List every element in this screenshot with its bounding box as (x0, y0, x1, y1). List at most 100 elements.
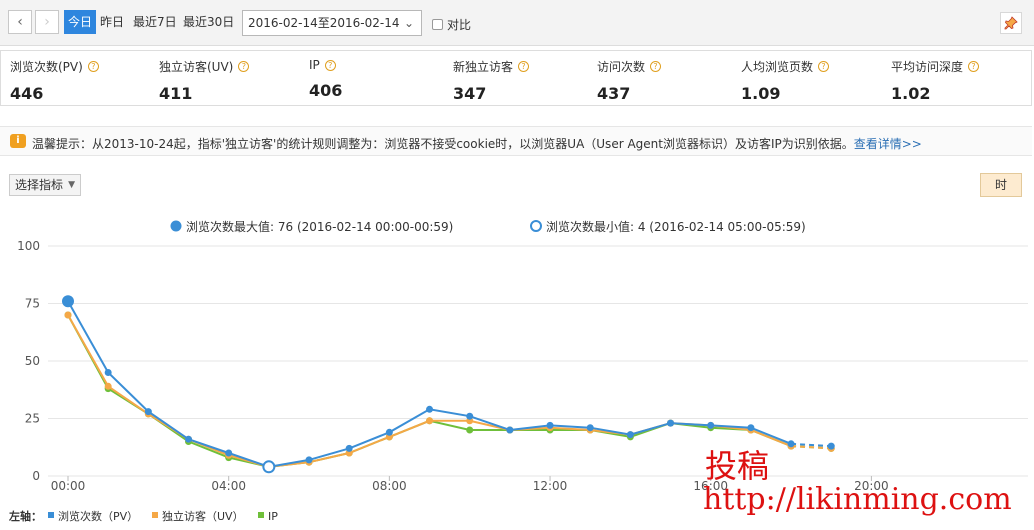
metric-select-label: 选择指标 (15, 178, 64, 192)
notice-icon: i (10, 134, 26, 148)
pin-button[interactable] (1000, 12, 1022, 34)
metric-value: 437 (597, 84, 631, 103)
metric-value: 411 (159, 84, 193, 103)
data-point-pv[interactable] (747, 424, 755, 432)
metric-value: 446 (10, 84, 44, 103)
series-line-dashed-uv (791, 445, 832, 450)
legend-item-ip[interactable]: IP (268, 510, 278, 523)
y-tick-label: 100 (17, 239, 40, 253)
legend-prefix: 左轴： (8, 509, 42, 523)
metric-select-dropdown[interactable]: 选择指标 ▼ (9, 174, 81, 196)
series-line-dashed-pv (791, 442, 832, 448)
data-point-pv[interactable] (426, 405, 434, 413)
data-point-pv[interactable] (185, 435, 193, 443)
chevron-left-icon: ‹ (17, 14, 23, 30)
help-icon[interactable]: ? (650, 61, 662, 72)
metric-pages-per-visitor: 人均浏览页数? 1.09 (741, 58, 830, 103)
x-tick-label: 08:00 (372, 479, 407, 493)
next-day-button[interactable]: › (35, 10, 59, 34)
x-tick-label: 12:00 (533, 479, 568, 493)
data-point-pv[interactable] (787, 440, 795, 448)
min-annotation-dot (530, 220, 542, 232)
data-point-pv[interactable] (104, 369, 112, 376)
legend-swatch-pv (48, 512, 54, 518)
chevron-right-icon: › (44, 14, 50, 30)
metric-ip: IP? 406 (309, 58, 342, 100)
data-point-pv[interactable] (546, 421, 554, 429)
max-annotation-label: 浏览次数最大值: 76 (2016-02-14 00:00-00:59) (186, 219, 453, 234)
data-point-uv[interactable] (426, 417, 434, 425)
metric-label: 独立访客(UV) (159, 60, 234, 74)
metric-visit-depth: 平均访问深度? 1.02 (891, 58, 980, 103)
range-7days-button[interactable]: 最近7日 (133, 10, 177, 34)
series-line-pv (67, 300, 792, 468)
metric-label: 访问次数 (597, 60, 646, 74)
prev-day-button[interactable]: ‹ (8, 10, 32, 34)
max-point-marker[interactable] (62, 295, 74, 308)
data-point-pv[interactable] (225, 449, 233, 457)
legend-swatch-ip (258, 512, 264, 518)
data-point-uv[interactable] (104, 382, 112, 390)
range-30days-button[interactable]: 最近30日 (183, 10, 234, 34)
compare-checkbox[interactable] (432, 19, 443, 30)
data-point-pv[interactable] (827, 442, 835, 450)
data-point-pv[interactable] (506, 426, 514, 434)
range-today-button[interactable]: 今日 (64, 10, 97, 34)
chevron-down-icon: ⌄ (403, 16, 414, 30)
date-range-select[interactable]: 2016-02-14至2016-02-14 ⌄ (242, 10, 422, 36)
notice-details-link[interactable]: 查看详情>> (854, 137, 922, 151)
pin-icon (1004, 16, 1018, 30)
metric-label: IP (309, 58, 320, 72)
trend-chart: 025507510000:00 04:00 08:00 12:00 16:00 20:00… (8, 219, 1028, 523)
legend-item-pv[interactable]: 浏览次数（PV） (58, 509, 138, 523)
metric-value: 1.02 (891, 84, 931, 103)
range-yesterday-button[interactable]: 昨日 (100, 10, 124, 34)
metric-new-visitors: 新独立访客? 347 (453, 58, 530, 103)
help-icon[interactable]: ? (968, 61, 980, 72)
series-line-ip (67, 314, 792, 468)
data-point-pv[interactable] (466, 412, 474, 420)
max-annotation-dot (170, 220, 182, 232)
notice-bar: i 温馨提示：从2013-10-24起，指标'独立访客'的统计规则调整为：浏览器… (0, 126, 1032, 156)
legend-swatch-uv (152, 512, 158, 518)
notice-text: 温馨提示：从2013-10-24起，指标'独立访客'的统计规则调整为：浏览器不接… (32, 135, 922, 152)
help-icon[interactable]: ? (238, 61, 250, 72)
data-point-ip[interactable] (466, 426, 474, 434)
data-point-pv[interactable] (586, 424, 594, 432)
date-range-value: 2016-02-14至2016-02-14 (248, 16, 400, 30)
series-line-uv (67, 314, 792, 468)
notice-message: 温馨提示：从2013-10-24起，指标'独立访客'的统计规则调整为：浏览器不接… (32, 137, 854, 151)
y-tick-label: 25 (25, 412, 40, 426)
data-point-uv[interactable] (64, 311, 72, 319)
metric-label: 浏览次数(PV) (10, 60, 83, 74)
help-icon[interactable]: ? (518, 61, 530, 72)
data-point-pv[interactable] (345, 444, 353, 452)
metric-label: 新独立访客 (453, 60, 514, 74)
metric-label: 平均访问深度 (891, 60, 964, 74)
data-point-pv[interactable] (385, 428, 393, 436)
compare-label: 对比 (447, 18, 472, 32)
help-icon[interactable]: ? (818, 61, 830, 72)
data-point-pv[interactable] (667, 419, 675, 427)
metric-pv: 浏览次数(PV)? 446 (10, 58, 99, 103)
min-annotation-label: 浏览次数最小值: 4 (2016-02-14 05:00-05:59) (546, 219, 806, 234)
granularity-hour-button[interactable]: 时 (980, 173, 1022, 197)
y-tick-label: 50 (25, 354, 40, 368)
help-icon[interactable]: ? (324, 59, 336, 71)
y-tick-label: 75 (25, 297, 40, 311)
metric-value: 1.09 (741, 84, 781, 103)
min-point-marker[interactable] (262, 460, 276, 474)
x-tick-label: 04:00 (211, 479, 246, 493)
data-point-pv[interactable] (707, 421, 715, 429)
toolbar: ‹ › 今日 昨日 最近7日 最近30日 2016-02-14至2016-02-… (0, 0, 1034, 46)
caret-down-icon: ▼ (68, 180, 75, 190)
data-point-pv[interactable] (305, 456, 313, 464)
data-point-pv[interactable] (626, 431, 634, 439)
help-icon[interactable]: ? (87, 61, 99, 72)
data-point-pv[interactable] (144, 408, 152, 416)
legend-item-uv[interactable]: 独立访客（UV） (162, 509, 244, 523)
watermark-title: 投稿 (705, 447, 770, 485)
x-tick-label: 00:00 (51, 479, 86, 493)
compare-toggle[interactable]: 对比 (432, 16, 471, 33)
metric-uv: 独立访客(UV)? 411 (159, 58, 250, 103)
